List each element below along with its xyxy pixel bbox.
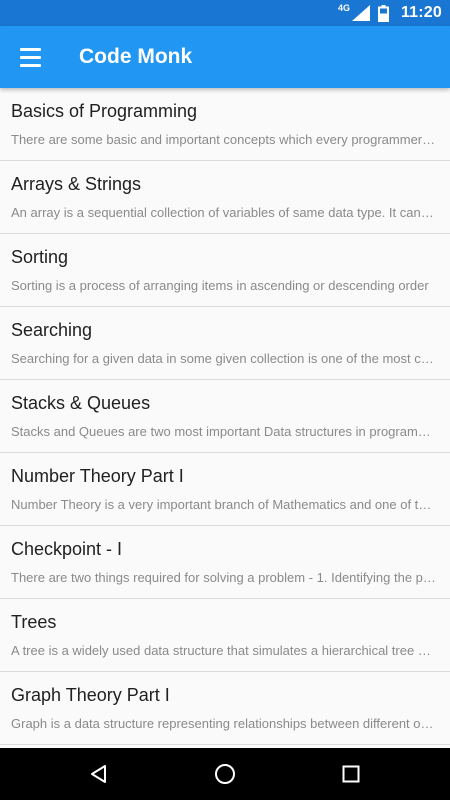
recents-button[interactable] bbox=[319, 748, 383, 800]
battery-icon bbox=[377, 4, 389, 22]
topic-title: Graph Theory Part I bbox=[11, 685, 170, 705]
topic-title: Stacks & Queues bbox=[11, 393, 151, 413]
recents-icon bbox=[342, 765, 360, 783]
back-button[interactable] bbox=[67, 748, 131, 800]
topic-description: Graph is a data structure representing r… bbox=[11, 716, 436, 731]
topic-title: Checkpoint - I bbox=[11, 539, 123, 559]
network-type-label: 4G bbox=[337, 3, 350, 13]
signal-icon bbox=[351, 5, 370, 21]
clock: 11:20 bbox=[400, 4, 442, 21]
status-bar: 4G 11:20 bbox=[0, 0, 450, 26]
home-button[interactable] bbox=[193, 748, 257, 800]
topic-description: Number Theory is a very important branch… bbox=[11, 497, 436, 512]
topic-list-item[interactable]: Checkpoint - I There are two things requi… bbox=[0, 526, 450, 599]
topic-list-item[interactable]: Sorting Sorting is a process of arranging… bbox=[0, 234, 450, 307]
topic-description: Sorting is a process of arranging items … bbox=[11, 278, 429, 293]
hamburger-menu-icon bbox=[19, 47, 41, 67]
topic-list-item[interactable]: Basics of Programming There are some basi… bbox=[0, 88, 450, 161]
topic-description: There are two things required for solvin… bbox=[11, 570, 436, 585]
topic-title: Arrays & Strings bbox=[11, 174, 142, 194]
topic-title: Searching bbox=[11, 320, 93, 340]
navigation-bar bbox=[0, 748, 450, 800]
topic-list[interactable]: Basics of Programming There are some basi… bbox=[0, 88, 450, 748]
topic-list-item[interactable]: Stacks & Queues Stacks and Queues are two… bbox=[0, 380, 450, 453]
topic-list-item[interactable]: Graph Theory Part I Graph is a data struc… bbox=[0, 672, 450, 745]
topic-description: An array is a sequential collection of v… bbox=[11, 205, 436, 220]
topic-list-item[interactable]: Trees A tree is a widely used data struct… bbox=[0, 599, 450, 672]
topic-title: Sorting bbox=[11, 247, 69, 267]
back-icon bbox=[91, 765, 106, 783]
app-title: Code Monk bbox=[79, 45, 193, 68]
topic-description: Stacks and Queues are two most important… bbox=[11, 424, 436, 439]
app-bar: Code Monk bbox=[0, 26, 450, 88]
topic-description: Searching for a given data in some given… bbox=[11, 351, 436, 366]
topic-list-item[interactable]: Number Theory Part I Number Theory is a v… bbox=[0, 453, 450, 526]
status-indicators: 4G 11:20 bbox=[338, 0, 442, 26]
topic-title: Trees bbox=[11, 612, 57, 632]
home-icon bbox=[215, 764, 235, 784]
topic-list-item[interactable]: Searching Searching for a given data in s… bbox=[0, 307, 450, 380]
topic-description: A tree is a widely used data structure t… bbox=[11, 643, 436, 658]
topic-title: Number Theory Part I bbox=[11, 466, 184, 486]
navigation-drawer-button[interactable] bbox=[8, 35, 52, 79]
topic-description: There are some basic and important conce… bbox=[11, 132, 436, 147]
topic-list-item[interactable]: Arrays & Strings An array is a sequential… bbox=[0, 161, 450, 234]
topic-title: Basics of Programming bbox=[11, 101, 198, 121]
